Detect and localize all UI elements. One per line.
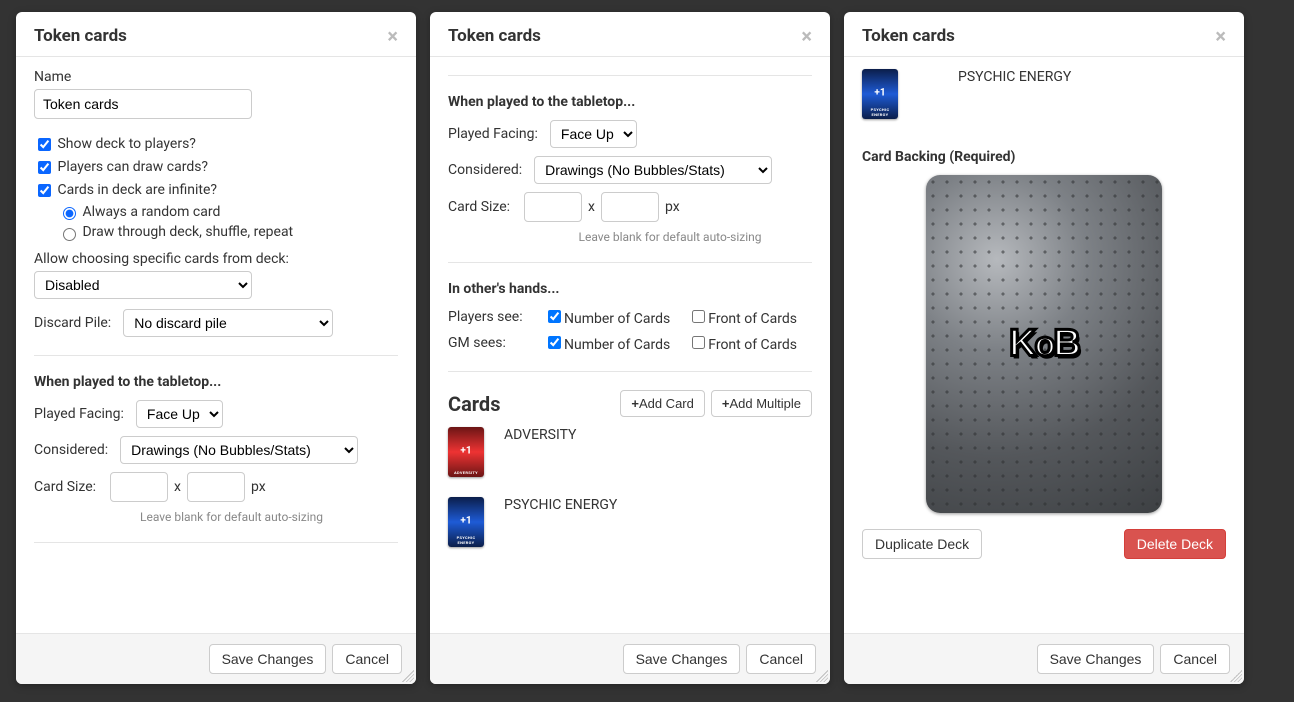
cards-heading: Cards [448,392,500,416]
allow-choose-label: Allow choosing specific cards from deck: [34,251,398,267]
divider [34,355,398,356]
discard-label: Discard Pile: [34,315,111,331]
card-list-item[interactable]: PSYCHIC ENERGY PSYCHIC ENERGY [862,69,1226,129]
played-facing-select[interactable]: Face Up [550,120,637,148]
card-thumb-icon: PSYCHIC ENERGY [448,497,484,547]
divider [448,75,812,76]
modal-title: Token cards [34,26,127,46]
players-see-front-checkbox[interactable] [692,310,705,323]
played-facing-select[interactable]: Face Up [136,400,223,428]
card-size-label: Card Size: [448,199,512,215]
cancel-button[interactable]: Cancel [332,644,402,674]
players-draw-checkbox[interactable] [38,161,51,174]
allow-choose-select[interactable]: Disabled [34,271,252,299]
plus-icon: + [631,396,639,411]
close-icon[interactable]: × [387,26,398,46]
players-draw-label: Players can draw cards? [57,159,208,175]
size-hint: Leave blank for default auto-sizing [140,510,398,524]
modal-body[interactable]: PSYCHIC ENERGY PSYCHIC ENERGY Card Backi… [844,57,1244,633]
modal-header: Token cards × [16,12,416,57]
card-height-input[interactable] [187,472,245,502]
close-icon[interactable]: × [801,26,812,46]
shuffle-repeat-radio[interactable] [63,228,76,241]
random-card-radio[interactable] [63,207,76,220]
played-facing-label: Played Facing: [448,126,538,142]
card-name: PSYCHIC ENERGY [958,69,1071,85]
card-thumb-icon: ADVERSITY [448,427,484,477]
delete-deck-button[interactable]: Delete Deck [1124,529,1226,559]
card-size-x: x [588,199,595,215]
modal-header: Token cards × [844,12,1244,57]
card-list-item[interactable]: PSYCHIC ENERGY PSYCHIC ENERGY [448,487,812,557]
modal-footer: Save Changes Cancel [844,633,1244,684]
modal-footer: Save Changes Cancel [16,633,416,684]
card-size-label: Card Size: [34,479,98,495]
add-card-button[interactable]: +Add Card [620,390,705,417]
gm-sees-number-checkbox[interactable] [548,336,561,349]
random-card-label: Always a random card [82,204,220,220]
save-button[interactable]: Save Changes [1037,644,1155,674]
deck-settings-modal-3: Token cards × PSYCHIC ENERGY PSYCHIC ENE… [844,12,1244,684]
played-tabletop-heading: When played to the tabletop... [34,374,398,390]
add-multiple-button[interactable]: +Add Multiple [711,390,812,417]
modal-header: Token cards × [430,12,830,57]
deck-settings-modal-2: Token cards × When played to the tableto… [430,12,830,684]
played-facing-label: Played Facing: [34,406,124,422]
modal-body[interactable]: When played to the tabletop... Played Fa… [430,57,830,633]
resize-handle-icon[interactable] [816,670,828,682]
close-icon[interactable]: × [1215,26,1226,46]
players-see-label: Players see: [448,309,532,325]
card-backing-label: Card Backing (Required) [862,149,1226,165]
card-width-input[interactable] [110,472,168,502]
name-label: Name [34,69,398,85]
played-tabletop-heading: When played to the tabletop... [448,94,812,110]
size-hint: Leave blank for default auto-sizing [528,230,812,244]
modal-title: Token cards [862,26,955,46]
save-button[interactable]: Save Changes [209,644,327,674]
show-deck-checkbox[interactable] [38,138,51,151]
duplicate-deck-button[interactable]: Duplicate Deck [862,529,982,559]
card-size-px: px [665,199,680,215]
considered-select[interactable]: Drawings (No Bubbles/Stats) [534,156,772,184]
divider [448,262,812,263]
show-deck-label: Show deck to players? [57,136,195,152]
infinite-label: Cards in deck are infinite? [57,182,217,198]
card-width-input[interactable] [524,192,582,222]
divider [34,542,398,543]
save-button[interactable]: Save Changes [623,644,741,674]
cancel-button[interactable]: Cancel [746,644,816,674]
card-name: PSYCHIC ENERGY [504,497,617,513]
divider [448,371,812,372]
deck-name-input[interactable] [34,89,252,119]
shuffle-repeat-label: Draw through deck, shuffle, repeat [82,224,293,240]
card-list-item[interactable]: ADVERSITY ADVERSITY [448,417,812,487]
considered-label: Considered: [34,442,108,458]
card-backing-image[interactable]: KoB [926,175,1162,513]
card-thumb-icon: PSYCHIC ENERGY [862,69,898,119]
players-see-number-checkbox[interactable] [548,310,561,323]
modal-title: Token cards [448,26,541,46]
resize-handle-icon[interactable] [402,670,414,682]
discard-pile-select[interactable]: No discard pile [123,309,333,337]
considered-label: Considered: [448,162,522,178]
infinite-checkbox[interactable] [38,184,51,197]
gm-sees-label: GM sees: [448,335,532,351]
gm-sees-front-checkbox[interactable] [692,336,705,349]
card-name: ADVERSITY [504,427,576,443]
card-size-px: px [251,479,266,495]
kob-logo-icon: KoB [1009,323,1079,366]
considered-select[interactable]: Drawings (No Bubbles/Stats) [120,436,358,464]
modal-footer: Save Changes Cancel [430,633,830,684]
others-hands-heading: In other's hands... [448,281,812,297]
resize-handle-icon[interactable] [1230,670,1242,682]
modal-body[interactable]: Name Show deck to players? Players can d… [16,57,416,633]
card-size-x: x [174,479,181,495]
deck-settings-modal-1: Token cards × Name Show deck to players?… [16,12,416,684]
card-height-input[interactable] [601,192,659,222]
cancel-button[interactable]: Cancel [1160,644,1230,674]
